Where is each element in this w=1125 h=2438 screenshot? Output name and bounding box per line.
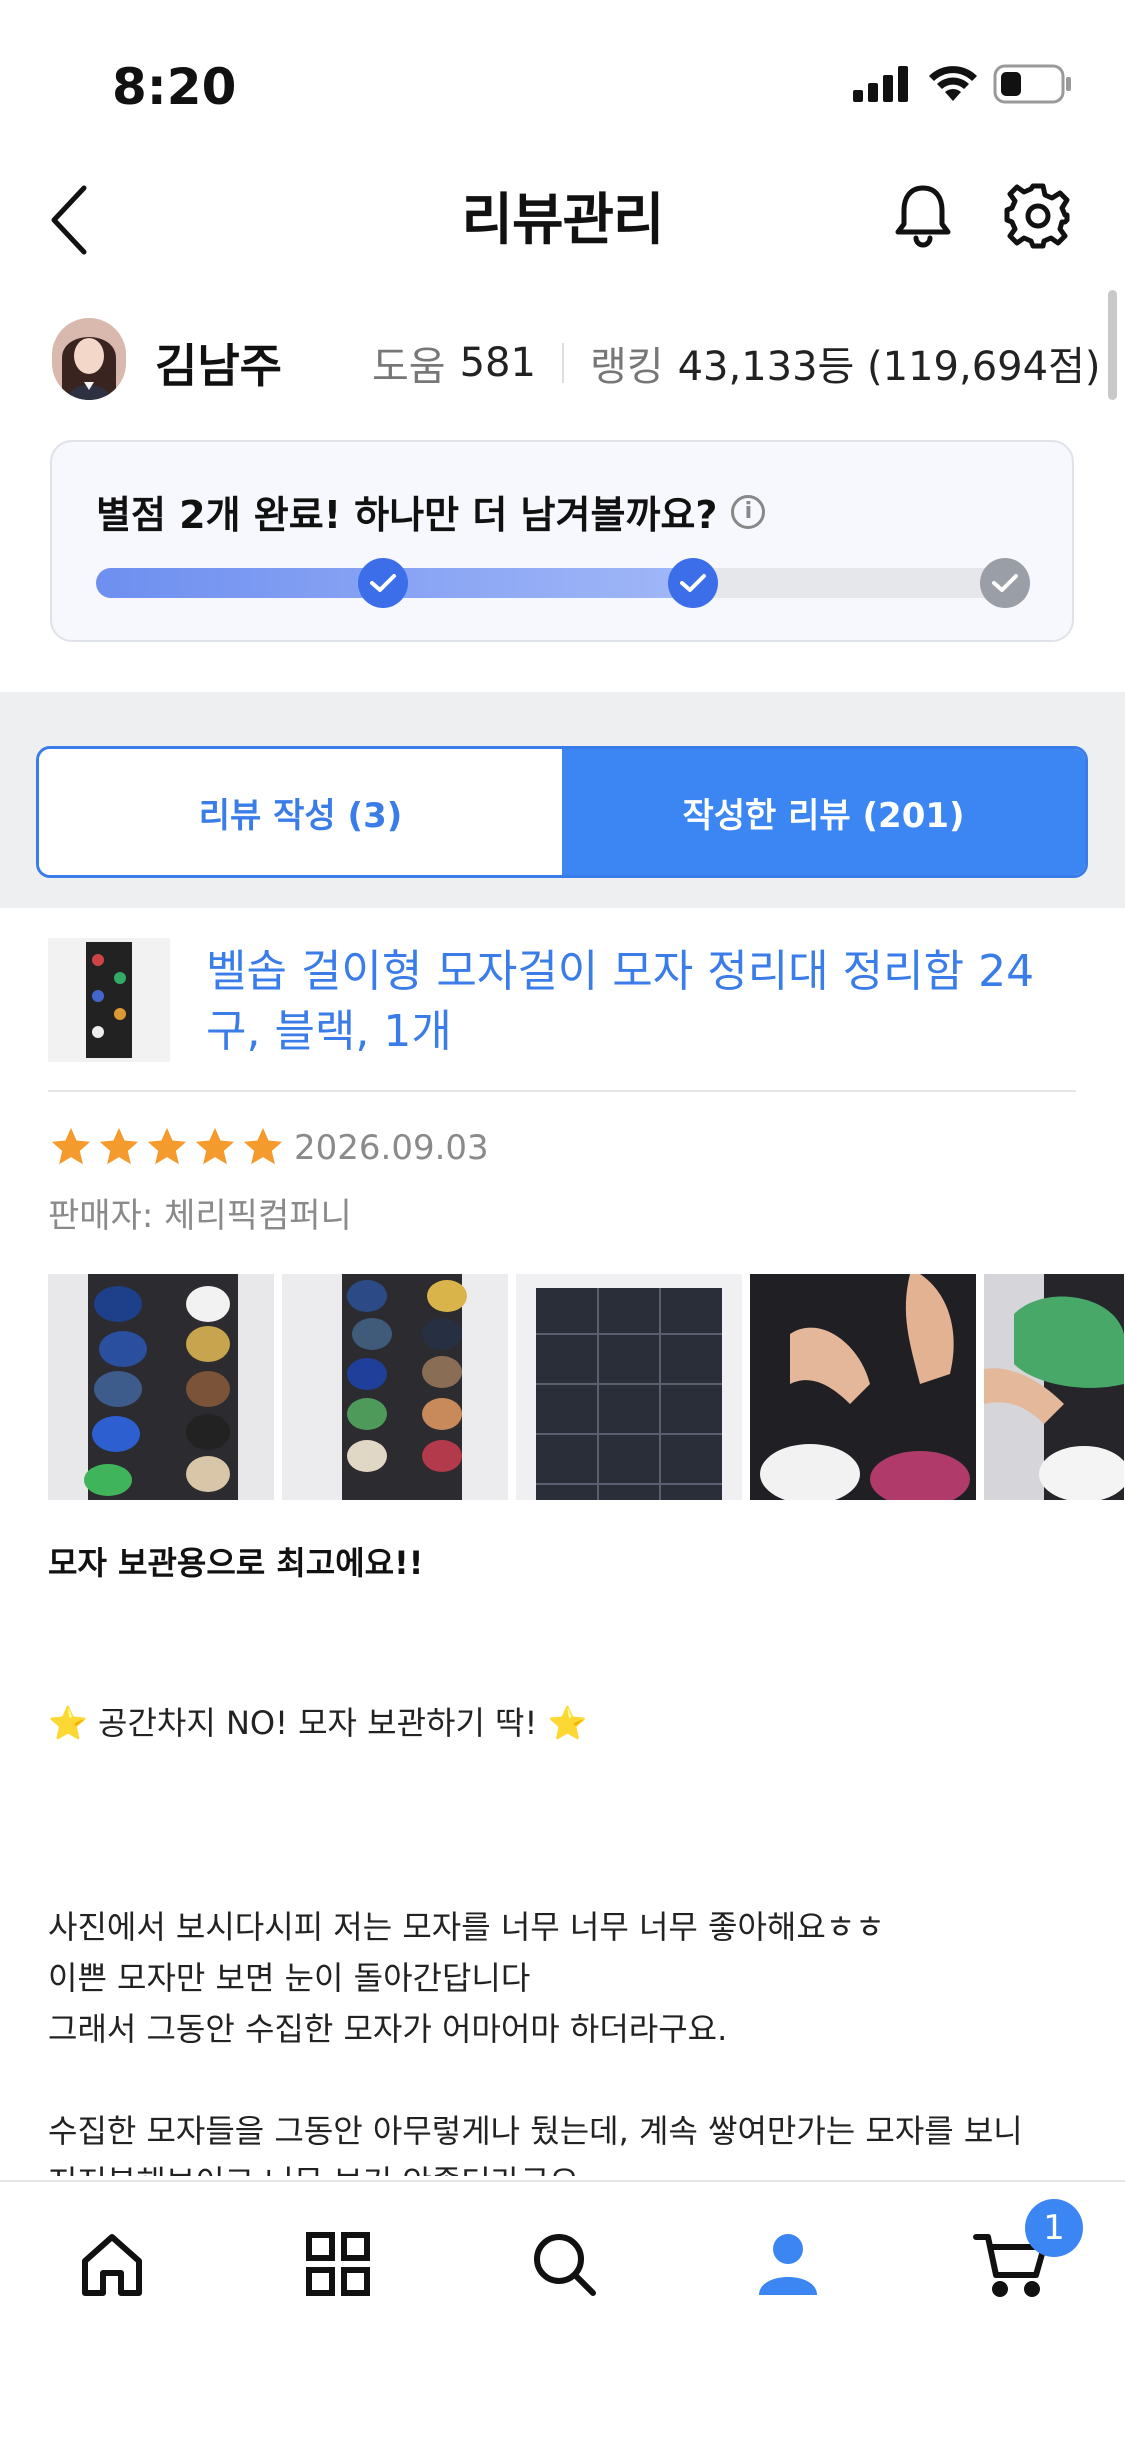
rank-label: 랭킹 (589, 344, 664, 390)
progress-track (96, 568, 1029, 598)
wifi-icon (929, 66, 977, 101)
review-text: 사진에서 보시다시피 저는 모자를 너무 너무 너무 좋아해요ㅎㅎ 이쁜 모자만… (48, 1908, 1023, 2176)
star-icon (243, 1127, 283, 1165)
battery-icon (993, 64, 1071, 104)
cart-count-badge: 1 (1025, 2199, 1083, 2257)
tab-write-review[interactable]: 리뷰 작성 (3) (39, 749, 562, 875)
seller-name: 판매자: 체리픽컴퍼니 (48, 1196, 352, 1236)
star-icon (99, 1127, 139, 1165)
my-profile-icon[interactable] (748, 2224, 828, 2304)
review-photos (48, 1274, 1124, 1500)
product-name-link[interactable]: 벨솝 걸이형 모자걸이 모자 정리대 정리함 24구, 블랙, 1개 (206, 942, 1066, 1062)
search-icon[interactable] (524, 2224, 604, 2304)
cellular-signal-icon (853, 66, 908, 102)
rating-progress-card (50, 440, 1074, 642)
info-icon[interactable]: i (731, 494, 766, 529)
help-count: 581 (459, 340, 536, 386)
star-rating (48, 1124, 286, 1170)
review-subheadline: ⭐ 공간차지 NO! 모자 보관하기 딱! ⭐ (48, 1704, 588, 1742)
step-check-icon (668, 558, 718, 608)
gear-icon[interactable] (1003, 180, 1073, 250)
star-icon (195, 1127, 235, 1165)
review-body: ⭐ 공간차지 NO! 모자 보관하기 딱! ⭐ 사진에서 보시다시피 저는 모자… (48, 1596, 1088, 2176)
user-stats: 도움 581 랭킹 43,133등 (119,694점) (372, 334, 1100, 392)
category-grid-icon[interactable] (298, 2224, 378, 2304)
review-tabs: 리뷰 작성 (3) 작성한 리뷰 (201) (36, 746, 1088, 878)
bell-icon[interactable] (888, 180, 958, 250)
product-thumbnail[interactable] (48, 938, 170, 1062)
step-check-icon (358, 558, 408, 608)
scroll-indicator[interactable] (1108, 290, 1117, 400)
review-photo[interactable] (516, 1274, 742, 1500)
progress-message: 별점 2개 완료! 하나만 더 남겨볼까요? (96, 493, 718, 537)
review-date: 2026.09.03 (294, 1128, 489, 1168)
tab-written-reviews[interactable]: 작성한 리뷰 (201) (562, 749, 1085, 875)
status-icons (853, 64, 1073, 104)
review-photo[interactable] (48, 1274, 274, 1500)
avatar (52, 318, 126, 400)
star-icon (147, 1127, 187, 1165)
review-headline: 모자 보관용으로 최고에요!! (48, 1544, 424, 1582)
help-label: 도움 (372, 344, 446, 390)
step-pending-check-icon (980, 558, 1030, 608)
progress-title: 별점 2개 완료! 하나만 더 남겨볼까요? i (96, 484, 766, 539)
home-icon[interactable] (72, 2224, 152, 2304)
stats-divider (561, 343, 564, 383)
status-time: 8:20 (112, 58, 237, 116)
review-photo[interactable] (282, 1274, 508, 1500)
rank-value: 43,133등 (119,694점) (677, 344, 1101, 390)
bottom-navigation (0, 2180, 1125, 2438)
divider (48, 1090, 1076, 1092)
user-name: 김남주 (155, 339, 282, 393)
review-photo[interactable] (750, 1274, 976, 1500)
star-icon (51, 1127, 91, 1165)
review-photo[interactable] (984, 1274, 1124, 1500)
